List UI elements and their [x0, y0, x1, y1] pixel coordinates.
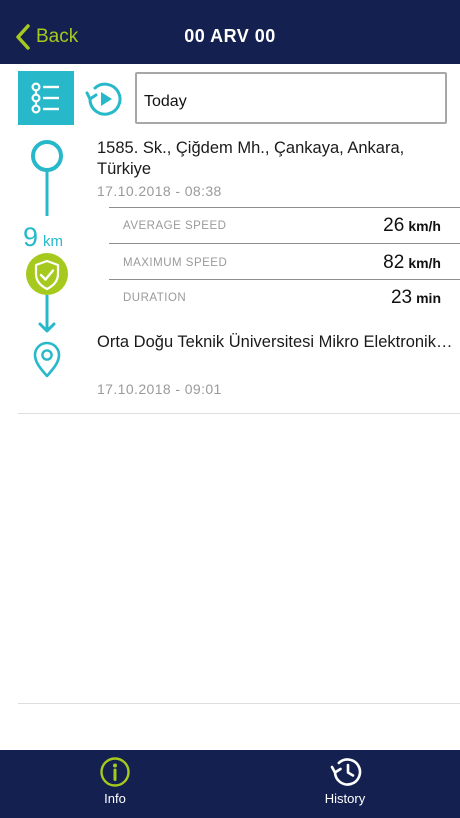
tab-info-label: Info [104, 791, 126, 806]
stats-divider [109, 243, 460, 244]
start-datetime: 17.10.2018 - 08:38 [97, 183, 222, 199]
start-point-icon [31, 140, 63, 172]
tab-bar: Info History [0, 750, 460, 818]
distance-unit: km [43, 233, 64, 250]
average-speed-label: AVERAGE SPEED [123, 220, 227, 232]
trip-distance: 9 km [23, 222, 63, 253]
maximum-speed-value: 82 km/h [383, 252, 441, 273]
tab-history[interactable]: History [230, 750, 460, 818]
duration-value: 23 min [390, 287, 441, 308]
list-view-icon [31, 82, 59, 114]
trip-separator [18, 413, 460, 414]
trip-timeline [26, 140, 68, 378]
stats-divider [109, 207, 460, 208]
end-datetime: 17.10.2018 - 09:01 [97, 381, 222, 397]
tab-info[interactable]: Info [0, 750, 230, 818]
nav-bar: Back 00 ARV 00 [0, 0, 460, 64]
list-view-button[interactable] [18, 71, 74, 125]
replay-icon [85, 82, 122, 116]
replay-button[interactable] [84, 80, 124, 118]
date-selector[interactable]: Today [135, 72, 447, 124]
average-speed-value: 26 km/h [383, 215, 441, 236]
start-address: 1585. Sk., Çiğdem Mh., Çankaya, Ankara, … [97, 139, 405, 178]
duration-label: DURATION [123, 292, 187, 304]
distance-value: 9 [23, 222, 39, 252]
history-icon [330, 758, 362, 786]
page-title: 00 ARV 00 [184, 26, 276, 46]
stats-divider [109, 279, 460, 280]
list-bottom-separator [18, 703, 460, 704]
tab-history-label: History [324, 791, 366, 806]
end-address: Orta Doğu Teknik Üniversitesi Mikro Elek… [97, 333, 457, 351]
maximum-speed-label: MAXIMUM SPEED [123, 257, 228, 269]
info-icon [100, 757, 130, 787]
